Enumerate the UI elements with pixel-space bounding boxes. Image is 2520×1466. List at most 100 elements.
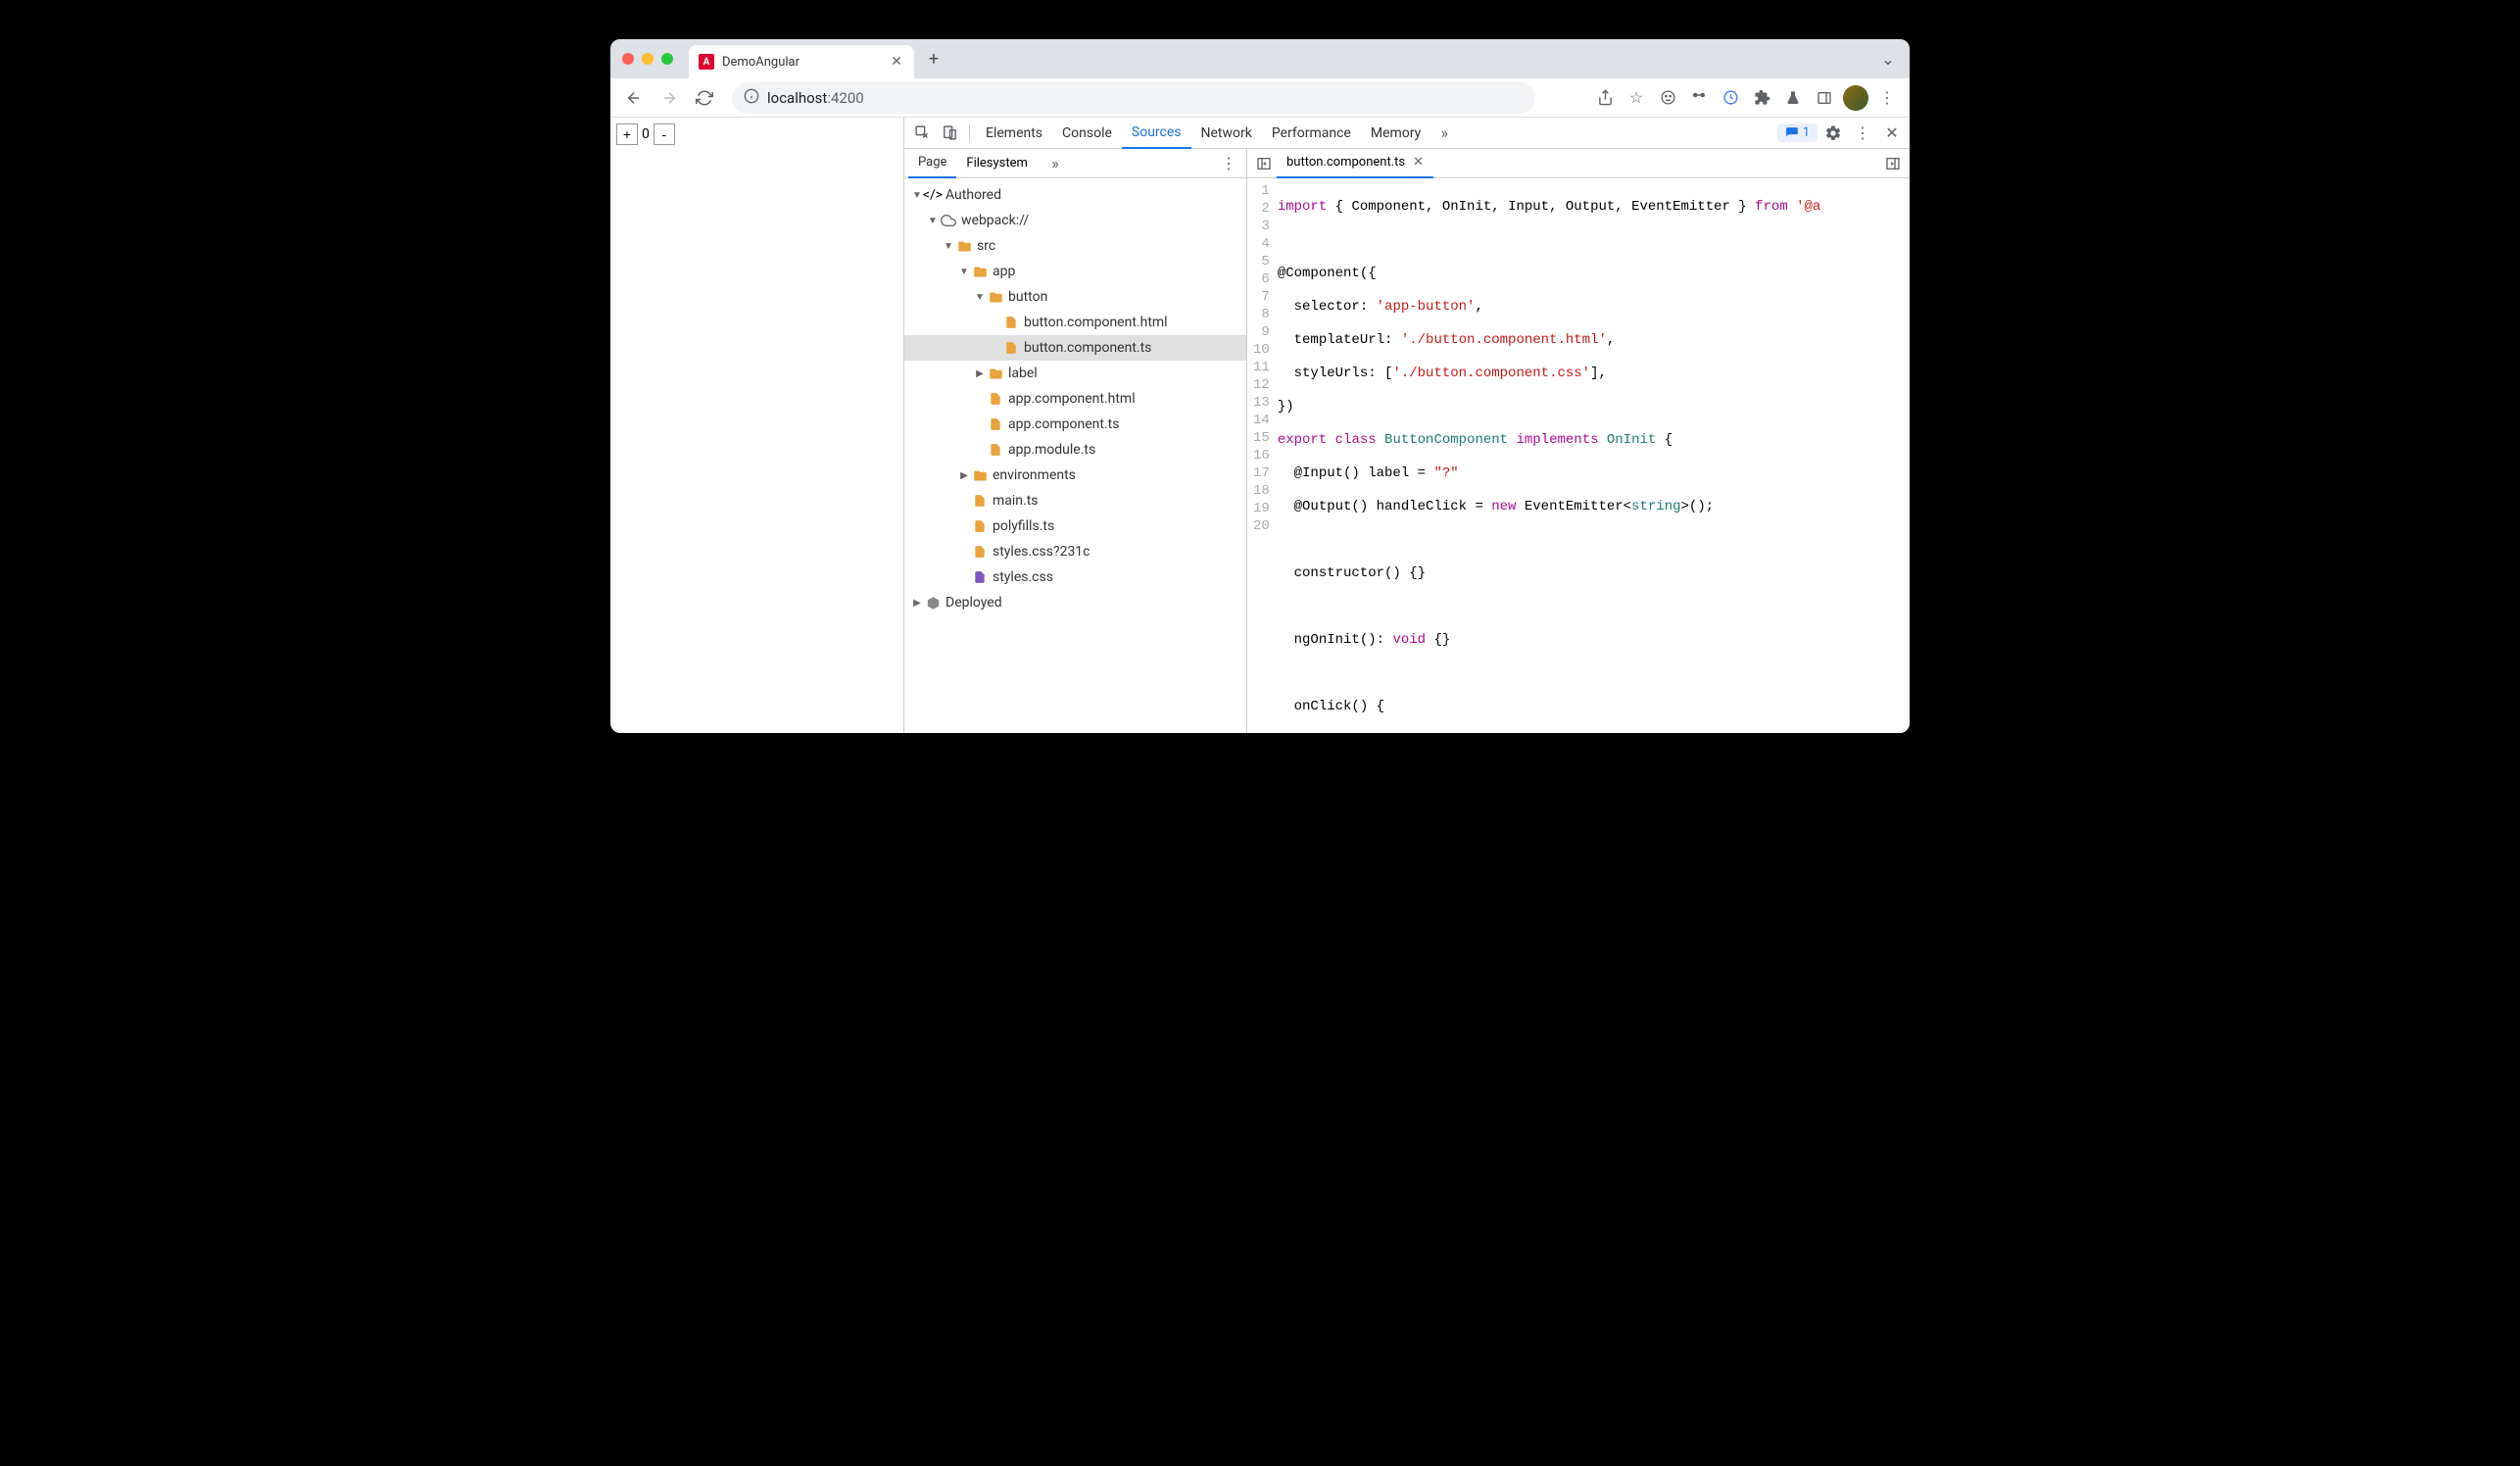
- code-editor[interactable]: 1234567891011121314151617181920 import {…: [1247, 178, 1910, 733]
- tree-app-module[interactable]: app.module.ts: [904, 437, 1246, 463]
- extensions-icon[interactable]: [1747, 82, 1776, 114]
- sources-panel: Page Filesystem » ⋮ ▼</>Authored ▼webpac…: [904, 149, 1910, 733]
- tree-app[interactable]: ▼app: [904, 259, 1246, 284]
- device-toggle-icon[interactable]: [936, 120, 963, 147]
- navigator-tabs: Page Filesystem » ⋮: [904, 149, 1246, 178]
- toolbar-actions: ☆ ⋮: [1590, 82, 1902, 114]
- file-icon: [971, 519, 989, 533]
- browser-window: A DemoAngular ✕ + ⌄ localhost:4200: [610, 39, 1910, 733]
- tree-src[interactable]: ▼src: [904, 233, 1246, 259]
- maximize-window-button[interactable]: [661, 53, 673, 65]
- tree-button-ts[interactable]: button.component.ts: [904, 335, 1246, 361]
- file-icon: [987, 392, 1004, 406]
- url-text: localhost:4200: [767, 89, 864, 107]
- folder-icon: [987, 366, 1004, 381]
- tree-main-ts[interactable]: main.ts: [904, 488, 1246, 513]
- bookmark-icon[interactable]: ☆: [1622, 82, 1651, 114]
- inspect-icon[interactable]: [908, 120, 936, 147]
- minimize-window-button[interactable]: [642, 53, 654, 65]
- tab-network[interactable]: Network: [1191, 118, 1262, 149]
- folder-icon: [971, 265, 989, 279]
- angular-favicon: A: [699, 54, 714, 70]
- nav-tab-page[interactable]: Page: [908, 149, 956, 178]
- window-controls: [622, 53, 673, 65]
- file-icon: [971, 545, 989, 559]
- editor-tab[interactable]: button.component.ts ✕: [1277, 149, 1433, 178]
- tree-authored[interactable]: ▼</>Authored: [904, 182, 1246, 208]
- file-icon: [987, 443, 1004, 457]
- tree-app-html[interactable]: app.component.html: [904, 386, 1246, 412]
- more-tabs-icon[interactable]: »: [1430, 120, 1458, 147]
- close-tab-button[interactable]: ✕: [889, 54, 904, 70]
- tab-title: DemoAngular: [722, 55, 881, 70]
- toggle-navigator-icon[interactable]: [1251, 151, 1277, 176]
- nav-more-icon[interactable]: »: [1042, 150, 1069, 177]
- tree-styles-q[interactable]: styles.css?231c: [904, 539, 1246, 564]
- tab-sources[interactable]: Sources: [1122, 118, 1191, 149]
- issues-badge[interactable]: 1: [1777, 123, 1817, 142]
- file-icon: [1002, 316, 1020, 329]
- tree-label-folder[interactable]: ▶label: [904, 361, 1246, 386]
- close-window-button[interactable]: [622, 53, 634, 65]
- line-gutter: 1234567891011121314151617181920: [1247, 178, 1278, 733]
- devtools-menu-icon[interactable]: ⋮: [1849, 120, 1876, 147]
- tree-button-html[interactable]: button.component.html: [904, 310, 1246, 335]
- tree-deployed[interactable]: ▶Deployed: [904, 590, 1246, 615]
- reload-button[interactable]: [689, 82, 720, 114]
- close-devtools-icon[interactable]: ✕: [1878, 120, 1906, 147]
- decrement-button[interactable]: -: [654, 123, 675, 145]
- back-button[interactable]: [618, 82, 650, 114]
- content-area: + 0 - Elements Console Sources Network P…: [610, 118, 1910, 733]
- tab-elements[interactable]: Elements: [976, 118, 1052, 149]
- file-icon: [987, 417, 1004, 431]
- file-icon: [971, 570, 989, 584]
- extension-icon-3[interactable]: [1716, 82, 1745, 114]
- sidepanel-icon[interactable]: [1810, 82, 1839, 114]
- file-icon: [971, 494, 989, 508]
- file-tree: ▼</>Authored ▼webpack:// ▼src ▼app ▼butt…: [904, 178, 1246, 733]
- browser-tabbar: A DemoAngular ✕ + ⌄: [610, 39, 1910, 78]
- browser-tab[interactable]: A DemoAngular ✕: [689, 45, 914, 78]
- browser-toolbar: localhost:4200 ☆: [610, 78, 1910, 118]
- browser-menu-button[interactable]: ⋮: [1872, 82, 1902, 114]
- forward-button[interactable]: [654, 82, 685, 114]
- tree-button-folder[interactable]: ▼button: [904, 284, 1246, 310]
- nav-menu-icon[interactable]: ⋮: [1215, 150, 1242, 177]
- increment-button[interactable]: +: [616, 123, 638, 145]
- close-editor-tab-icon[interactable]: ✕: [1413, 155, 1424, 170]
- site-info-icon[interactable]: [744, 88, 759, 108]
- devtools-tabbar: Elements Console Sources Network Perform…: [904, 118, 1910, 149]
- address-bar[interactable]: localhost:4200: [732, 82, 1535, 114]
- tab-console[interactable]: Console: [1052, 118, 1122, 149]
- tab-performance[interactable]: Performance: [1262, 118, 1361, 149]
- counter-value: 0: [640, 126, 652, 142]
- tree-app-ts[interactable]: app.component.ts: [904, 412, 1246, 437]
- deployed-icon: [924, 596, 942, 611]
- nav-tab-filesystem[interactable]: Filesystem: [956, 149, 1038, 178]
- extension-icon-1[interactable]: [1653, 82, 1682, 114]
- labs-icon[interactable]: [1778, 82, 1808, 114]
- extension-icon-2[interactable]: [1684, 82, 1714, 114]
- file-icon: [1002, 341, 1020, 355]
- folder-icon: [987, 290, 1004, 305]
- page-viewport: + 0 -: [610, 118, 904, 733]
- tree-webpack[interactable]: ▼webpack://: [904, 208, 1246, 233]
- tree-environments[interactable]: ▶environments: [904, 463, 1246, 488]
- devtools-panel: Elements Console Sources Network Perform…: [904, 118, 1910, 733]
- new-tab-button[interactable]: +: [920, 45, 947, 73]
- tree-styles[interactable]: styles.css: [904, 564, 1246, 590]
- profile-avatar[interactable]: [1841, 82, 1870, 114]
- counter-widget: + 0 -: [616, 123, 897, 145]
- tab-memory[interactable]: Memory: [1361, 118, 1430, 149]
- code-content: import { Component, OnInit, Input, Outpu…: [1278, 178, 1821, 733]
- cloud-icon: [940, 213, 957, 228]
- toggle-debugger-icon[interactable]: [1880, 151, 1906, 176]
- tree-polyfills[interactable]: polyfills.ts: [904, 513, 1246, 539]
- settings-icon[interactable]: [1819, 120, 1847, 147]
- editor-tabbar: button.component.ts ✕: [1247, 149, 1910, 178]
- code-icon: </>: [924, 187, 942, 203]
- sources-navigator: Page Filesystem » ⋮ ▼</>Authored ▼webpac…: [904, 149, 1247, 733]
- share-icon[interactable]: [1590, 82, 1620, 114]
- editor-pane: button.component.ts ✕ 123456789101112131…: [1247, 149, 1910, 733]
- tabs-dropdown-button[interactable]: ⌄: [1874, 45, 1902, 73]
